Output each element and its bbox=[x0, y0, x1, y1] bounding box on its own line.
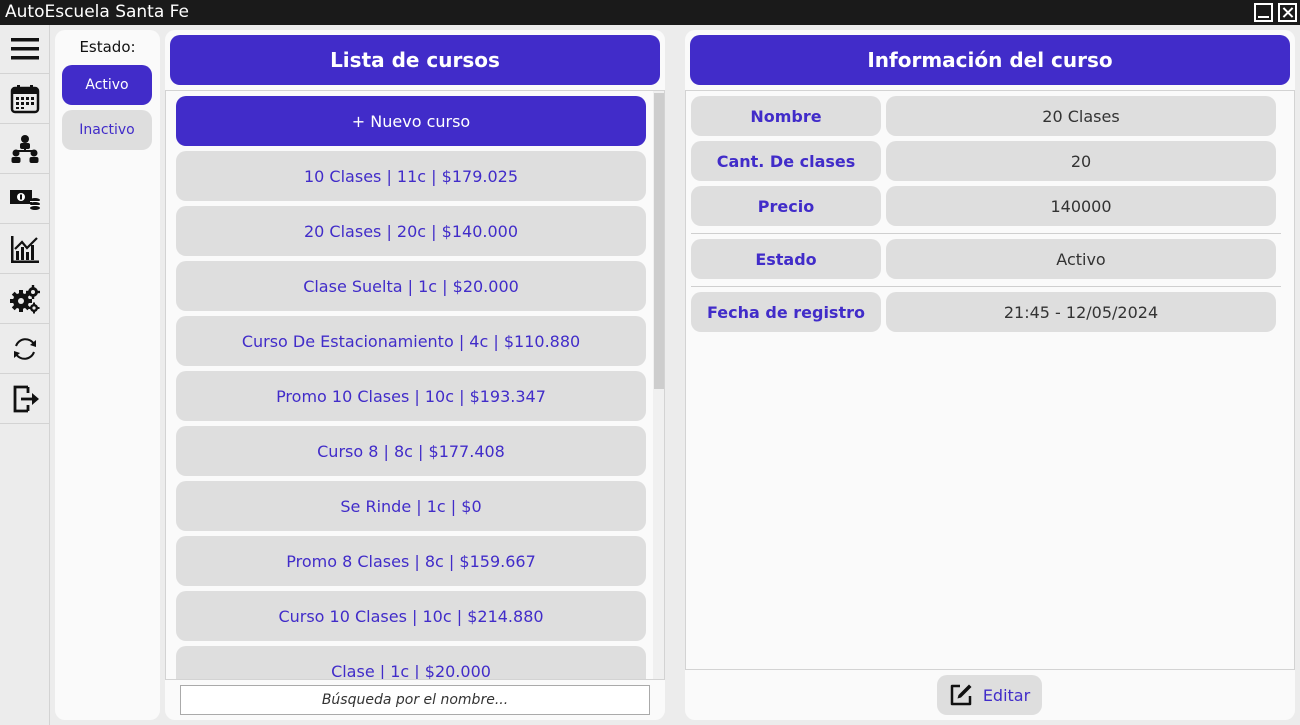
info-row-registration-date: Fecha de registro 21:45 - 12/05/2024 bbox=[691, 292, 1281, 332]
list-item[interactable]: Promo 10 Clases | 10c | $193.347 bbox=[176, 371, 646, 421]
list-item[interactable]: Curso De Estacionamiento | 4c | $110.880 bbox=[176, 316, 646, 366]
info-value: 20 Clases bbox=[886, 96, 1276, 136]
sidebar bbox=[0, 25, 50, 725]
sidebar-item-calendar[interactable] bbox=[0, 75, 49, 124]
divider bbox=[691, 286, 1281, 287]
new-course-button[interactable]: + Nuevo curso bbox=[176, 96, 646, 146]
course-list: + Nuevo curso 10 Clases | 11c | $179.025… bbox=[165, 90, 665, 680]
course-list-scrollbar[interactable] bbox=[653, 91, 664, 679]
calendar-icon bbox=[10, 85, 39, 114]
list-item[interactable]: Promo 8 Clases | 8c | $159.667 bbox=[176, 536, 646, 586]
course-list-panel: Lista de cursos + Nuevo curso 10 Clases … bbox=[165, 30, 665, 720]
list-item[interactable]: 20 Clases | 20c | $140.000 bbox=[176, 206, 646, 256]
list-item[interactable]: Curso 10 Clases | 10c | $214.880 bbox=[176, 591, 646, 641]
status-filter-label: Estado: bbox=[79, 38, 136, 56]
info-row-name: Nombre 20 Clases bbox=[691, 96, 1281, 136]
course-info-header: Información del curso bbox=[690, 35, 1290, 85]
window-title: AutoEscuela Santa Fe bbox=[5, 2, 189, 22]
sidebar-item-menu[interactable] bbox=[0, 25, 49, 74]
edit-button-label: Editar bbox=[982, 685, 1031, 705]
info-value: 20 bbox=[886, 141, 1276, 181]
sidebar-item-stats[interactable] bbox=[0, 225, 49, 274]
info-value: 21:45 - 12/05/2024 bbox=[886, 292, 1276, 332]
info-label: Cant. De clases bbox=[691, 141, 881, 181]
info-label: Nombre bbox=[691, 96, 881, 136]
divider bbox=[691, 233, 1281, 234]
sync-icon bbox=[13, 338, 36, 360]
list-item[interactable]: 10 Clases | 11c | $179.025 bbox=[176, 151, 646, 201]
filter-inactive-button[interactable]: Inactivo bbox=[62, 110, 152, 150]
info-label: Fecha de registro bbox=[691, 292, 881, 332]
filter-active-button[interactable]: Activo bbox=[62, 65, 152, 105]
course-info-details: Nombre 20 Clases Cant. De clases 20 Prec… bbox=[685, 90, 1295, 670]
info-row-class-count: Cant. De clases 20 bbox=[691, 141, 1281, 181]
info-value: Activo bbox=[886, 239, 1276, 279]
status-filter-panel: Estado: Activo Inactivo bbox=[55, 30, 160, 720]
sidebar-item-settings[interactable] bbox=[0, 275, 49, 324]
list-item[interactable]: Curso 8 | 8c | $177.408 bbox=[176, 426, 646, 476]
sidebar-item-sync[interactable] bbox=[0, 325, 49, 374]
hierarchy-icon bbox=[11, 135, 38, 163]
sidebar-item-payments[interactable] bbox=[0, 175, 49, 224]
list-item[interactable]: Clase | 1c | $20.000 bbox=[176, 646, 646, 679]
info-label: Precio bbox=[691, 186, 881, 226]
info-value: 140000 bbox=[886, 186, 1276, 226]
close-button[interactable] bbox=[1278, 3, 1297, 22]
info-label: Estado bbox=[691, 239, 881, 279]
search-input[interactable] bbox=[180, 685, 650, 715]
title-bar: AutoEscuela Santa Fe bbox=[0, 0, 1300, 25]
edit-button[interactable]: Editar bbox=[937, 675, 1042, 715]
menu-icon bbox=[10, 38, 39, 60]
sidebar-item-logout[interactable] bbox=[0, 375, 49, 424]
minimize-button[interactable] bbox=[1254, 3, 1273, 22]
course-info-panel: Información del curso Nombre 20 Clases C… bbox=[685, 30, 1295, 720]
course-list-header: Lista de cursos bbox=[170, 35, 660, 85]
sidebar-item-hierarchy[interactable] bbox=[0, 125, 49, 174]
info-row-price: Precio 140000 bbox=[691, 186, 1281, 226]
list-item[interactable]: Se Rinde | 1c | $0 bbox=[176, 481, 646, 531]
scrollbar-thumb[interactable] bbox=[654, 93, 664, 389]
chart-icon bbox=[10, 236, 39, 263]
edit-icon bbox=[950, 684, 972, 706]
logout-icon bbox=[13, 385, 39, 413]
gears-icon bbox=[9, 285, 40, 314]
list-item[interactable]: Clase Suelta | 1c | $20.000 bbox=[176, 261, 646, 311]
money-icon bbox=[9, 190, 40, 210]
info-row-status: Estado Activo bbox=[691, 239, 1281, 279]
